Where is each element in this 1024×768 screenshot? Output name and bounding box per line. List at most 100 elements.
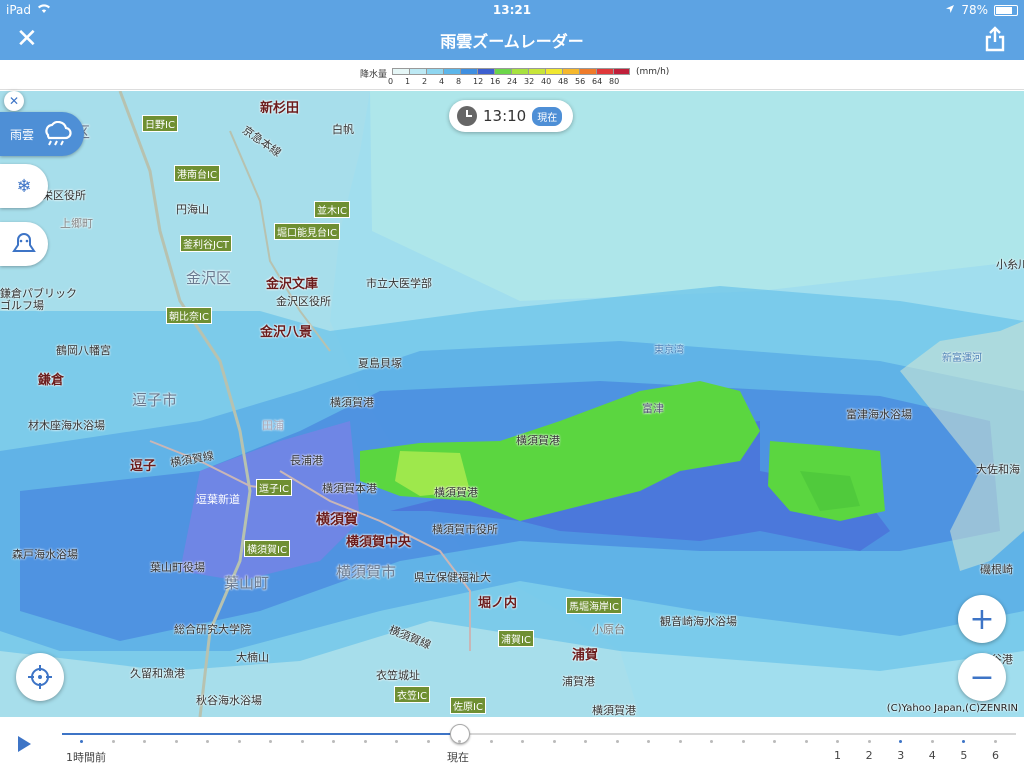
legend-tick: 12 xyxy=(473,77,484,86)
share-button[interactable] xyxy=(984,26,1006,56)
timeline-tick xyxy=(836,740,839,743)
map-label: 金沢八景 xyxy=(260,325,313,340)
timeline-tick xyxy=(678,740,682,743)
map-label: 横須賀港 xyxy=(434,486,478,499)
legend-swatch xyxy=(443,68,460,75)
map-label: 材木座海水浴場 xyxy=(28,419,105,432)
timeline-tick xyxy=(489,740,493,743)
timeline-start-label: 1時間前 xyxy=(66,751,106,764)
map-label: 浦賀IC xyxy=(498,630,534,647)
legend-tick: 24 xyxy=(507,77,518,86)
timeline-tick xyxy=(930,740,934,743)
legend-swatch xyxy=(392,68,409,75)
legend-swatch xyxy=(528,68,545,75)
map-label: 日野IC xyxy=(142,115,178,132)
legend-tick: 1 xyxy=(405,77,411,86)
timeline-tick xyxy=(647,740,650,743)
timeline-tick xyxy=(867,740,871,743)
timeline-tick xyxy=(143,740,146,743)
play-button[interactable] xyxy=(18,736,31,752)
nav-bar: ✕ 雨雲ズームレーダー xyxy=(0,20,1024,60)
map-label: 鶴岡八幡宮 xyxy=(56,344,111,357)
timeline-slider[interactable] xyxy=(62,733,1016,735)
map-label: 久留和漁港 xyxy=(130,667,185,680)
map-label: 朝比奈IC xyxy=(166,307,212,324)
rain-cloud-icon xyxy=(45,121,72,146)
timeline-tick xyxy=(710,740,713,743)
radar-map[interactable]: 新杉田 白帆 南区 日野IC 京急本線 港南台IC 栄区役所 上郷町 円海山 並… xyxy=(0,91,1024,717)
legend-swatch xyxy=(579,68,596,75)
map-label: 衣笠城址 xyxy=(376,669,420,682)
legend-tick: 2 xyxy=(422,77,428,86)
legend-tick: 80 xyxy=(609,77,620,86)
timeline-progress xyxy=(62,733,460,735)
legend-swatch xyxy=(477,68,494,75)
timeline-tick xyxy=(993,740,997,743)
timeline-bar: 1時間前 現在 1 2 3 4 5 6 xyxy=(0,717,1024,768)
clock-icon xyxy=(457,106,477,126)
timeline-hour-label: 4 xyxy=(928,749,936,762)
legend-swatch xyxy=(460,68,477,75)
legend-label: 降水量 xyxy=(360,70,388,80)
map-label: 葉山町 xyxy=(224,574,270,592)
rain-layer-label: 雨雲 xyxy=(10,127,35,142)
timeline-tick xyxy=(332,740,335,743)
timeline-tick xyxy=(237,740,241,743)
legend-swatch xyxy=(426,68,443,75)
crosshair-icon xyxy=(28,665,52,689)
map-label: 白帆 xyxy=(332,123,354,136)
battery-icon xyxy=(994,4,1018,16)
map-label: ゴルフ場 xyxy=(0,299,44,312)
now-badge: 現在 xyxy=(532,106,563,126)
map-label: 富津海水浴場 xyxy=(846,408,912,421)
radar-time: 13:10 xyxy=(483,107,527,125)
map-label: 東京湾 xyxy=(654,345,684,356)
legend-swatch xyxy=(596,68,613,75)
timeline-tick xyxy=(458,740,461,743)
zoom-out-button[interactable]: − xyxy=(958,653,1006,701)
legend-tick: 64 xyxy=(592,77,603,86)
timeline-tick xyxy=(206,740,209,743)
timeline-tick xyxy=(899,740,902,743)
timeline-tick xyxy=(426,740,430,743)
timeline-tick xyxy=(300,740,304,743)
close-layer-icon[interactable]: ✕ xyxy=(4,91,24,111)
timeline-tick xyxy=(363,740,367,743)
legend-swatch xyxy=(409,68,426,75)
weather-layer-button[interactable] xyxy=(0,222,48,266)
page-title: 雨雲ズームレーダー xyxy=(440,32,584,51)
legend-tick: 40 xyxy=(541,77,552,86)
current-location-button[interactable] xyxy=(16,653,64,701)
map-label: 横須賀中央 xyxy=(346,535,412,550)
map-label: 横須賀 xyxy=(316,512,358,528)
map-label: 大楠山 xyxy=(236,651,269,664)
legend-tick: 4 xyxy=(439,77,445,86)
map-label: 金沢文庫 xyxy=(266,277,319,292)
map-label: 上郷町 xyxy=(60,217,93,230)
legend-swatches xyxy=(392,68,630,75)
zoom-in-button[interactable]: + xyxy=(958,595,1006,643)
snow-layer-button[interactable]: ❄ xyxy=(0,164,48,208)
map-label: 鎌倉 xyxy=(38,373,65,388)
map-label: 佐原IC xyxy=(450,697,486,714)
map-label: 円海山 xyxy=(176,203,209,216)
timeline-tick xyxy=(552,740,556,743)
legend-swatch xyxy=(562,68,579,75)
timeline-tick xyxy=(80,740,83,743)
map-label: 逗葉新道 xyxy=(196,493,240,506)
map-label: 県立保健福祉大 xyxy=(414,571,491,584)
map-label: 浦賀港 xyxy=(562,675,595,688)
map-label: 大佐和海 xyxy=(976,463,1020,476)
timeline-tick xyxy=(615,740,619,743)
timeline-tick xyxy=(584,740,587,743)
rain-layer-button[interactable]: 雨雲 xyxy=(0,112,84,156)
minus-icon: − xyxy=(969,659,995,695)
map-label: 秋谷海水浴場 xyxy=(196,694,262,707)
map-label: 森戸海水浴場 xyxy=(12,548,78,561)
snow-icon: ❄ xyxy=(16,175,32,197)
timeline-hour-label: 1 xyxy=(834,749,841,762)
map-copyright: (C)Yahoo Japan,(C)ZENRIN xyxy=(886,703,1018,714)
map-label: 長浦港 xyxy=(290,454,323,467)
timeline-tick xyxy=(773,740,776,743)
timeline-tick xyxy=(521,740,524,743)
